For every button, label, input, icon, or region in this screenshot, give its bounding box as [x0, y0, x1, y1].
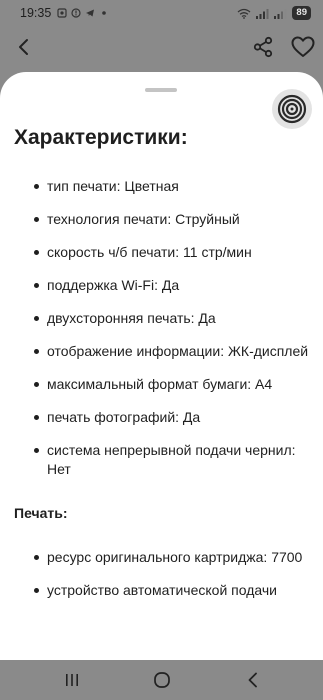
spec-item: отображение информации: ЖК-дисплей	[34, 342, 309, 361]
gallery-notification-icon	[57, 8, 67, 18]
app-bar	[0, 26, 323, 70]
sheet-content: Характеристики: тип печати: Цветная техн…	[14, 124, 309, 614]
spec-item: система непрерывной подачи чернил: Нет	[34, 441, 309, 479]
recents-icon[interactable]	[62, 670, 82, 690]
dot-notification-icon	[102, 11, 107, 15]
spec-item: технология печати: Струйный	[34, 210, 309, 229]
target-icon	[277, 94, 307, 124]
status-left: 19:35	[20, 6, 109, 20]
characteristics-sheet[interactable]: Характеристики: тип печати: Цветная техн…	[0, 72, 323, 660]
print-section-title: Печать:	[14, 505, 68, 521]
status-bar: 19:35 89	[0, 0, 323, 26]
spec-item: ресурс оригинального картриджа: 7700	[34, 548, 309, 567]
target-button[interactable]	[272, 89, 312, 129]
spec-list: тип печати: Цветная технология печати: С…	[14, 177, 309, 479]
share-icon[interactable]	[251, 35, 275, 59]
chevron-left-icon[interactable]	[12, 35, 36, 59]
home-icon[interactable]	[152, 670, 172, 690]
spec-item: скорость ч/б печати: 11 стр/мин	[34, 243, 309, 262]
notification-icons	[57, 8, 109, 18]
status-time: 19:35	[20, 6, 52, 20]
status-right: 89	[237, 6, 311, 20]
signal-icon	[256, 8, 269, 19]
wifi-icon	[238, 8, 251, 19]
spec-item: поддержка Wi-Fi: Да	[34, 276, 309, 295]
nav-back-icon[interactable]	[243, 670, 263, 690]
battery-indicator: 89	[292, 6, 311, 20]
print-spec-list: ресурс оригинального картриджа: 7700 уст…	[14, 548, 309, 600]
spec-item: двухсторонняя печать: Да	[34, 309, 309, 328]
spec-item: устройство автоматической подачи	[34, 581, 309, 600]
telegram-notification-icon	[86, 9, 95, 17]
drag-handle[interactable]	[145, 88, 177, 92]
alert-notification-icon	[71, 8, 81, 18]
heart-icon[interactable]	[290, 34, 316, 60]
spec-item: максимальный формат бумаги: A4	[34, 375, 309, 394]
system-nav-bar	[0, 660, 323, 700]
signal-icon-2	[274, 8, 287, 19]
spec-item: тип печати: Цветная	[34, 177, 309, 196]
spec-item: печать фотографий: Да	[34, 408, 309, 427]
section-title: Характеристики:	[14, 126, 188, 149]
